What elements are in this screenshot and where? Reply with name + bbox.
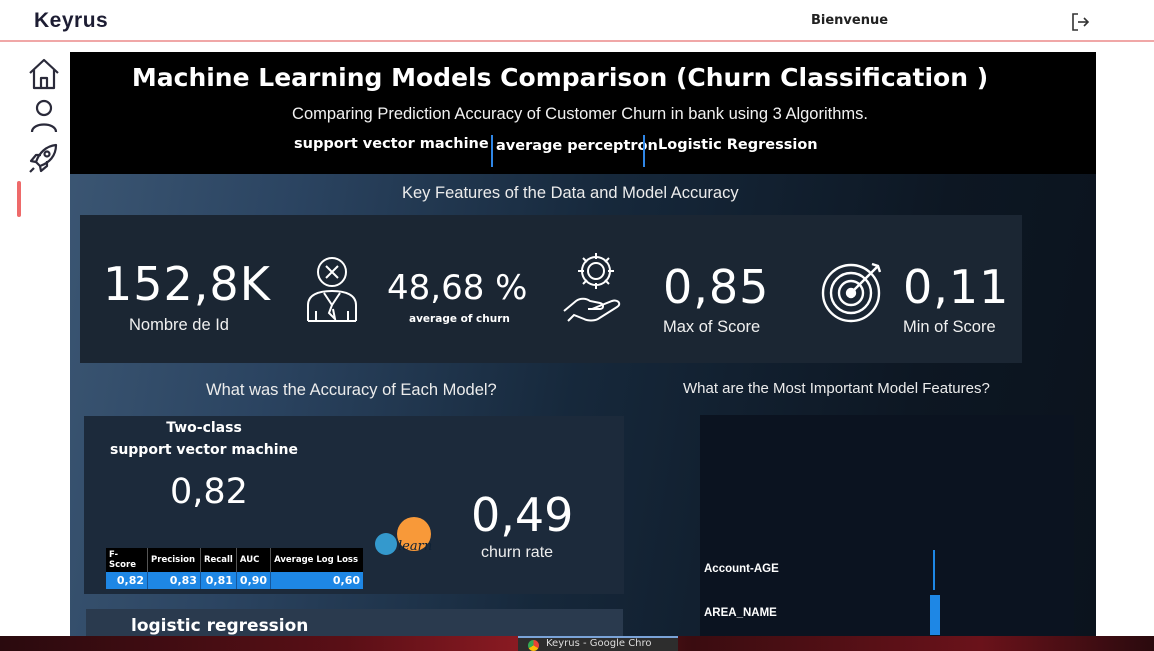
- report-canvas: Machine Learning Models Comparison (Chur…: [70, 52, 1096, 636]
- logout-icon[interactable]: [1070, 12, 1090, 32]
- keyrus-logo[interactable]: Keyrus: [34, 9, 108, 33]
- feature-bar-account-age[interactable]: [933, 550, 935, 590]
- feature-label-account-age: Account-AGE: [704, 563, 779, 575]
- lr-title: logistic regression: [131, 616, 309, 636]
- algorithm-svm: support vector machine: [294, 136, 489, 152]
- min-score-label: Min of Score: [903, 318, 996, 336]
- cell-precision: 0,83: [147, 572, 201, 589]
- cell-auc: 0,90: [236, 572, 272, 589]
- rocket-icon[interactable]: [26, 140, 62, 176]
- report-subtitle: Comparing Prediction Accuracy of Custome…: [292, 105, 868, 123]
- taskbar-chrome-button[interactable]: Keyrus - Google Chro: [518, 636, 678, 651]
- max-score-label: Max of Score: [663, 318, 761, 336]
- svm-accuracy-panel: Two-class support vector machine 0,82 F-…: [84, 416, 624, 594]
- target-icon: [820, 258, 886, 328]
- feature-label-area-name: AREA_NAME: [704, 607, 777, 619]
- features-heading: What are the Most Important Model Featur…: [683, 380, 990, 397]
- welcome-text: Bienvenue: [811, 13, 889, 28]
- report-title: Machine Learning Models Comparison (Chur…: [131, 63, 989, 92]
- header-f-score[interactable]: F-Score: [106, 548, 149, 572]
- table-row: 0,82 0,83 0,81 0,90 0,60: [106, 572, 363, 589]
- algorithm-separator: [491, 135, 493, 167]
- count-value: 152,8K: [103, 257, 271, 311]
- kpi-panel: 152,8K Nombre de Id 48,68 % average of c…: [80, 215, 1022, 363]
- max-score-value: 0,85: [663, 260, 770, 314]
- cell-f-score: 0,82: [106, 572, 149, 589]
- count-label: Nombre de Id: [129, 316, 229, 334]
- algorithm-perceptron: average perceptron: [496, 138, 658, 154]
- cell-recall: 0,81: [200, 572, 237, 589]
- feature-importance-panel: Account-AGE AREA_NAME: [700, 415, 1074, 636]
- logistic-regression-panel: logistic regression: [86, 609, 623, 636]
- key-features-heading: Key Features of the Data and Model Accur…: [402, 184, 739, 202]
- churn-avg-label: average of churn: [409, 313, 510, 325]
- header-recall[interactable]: Recall: [200, 548, 237, 572]
- left-sidebar: [0, 44, 70, 636]
- os-taskbar: Keyrus - Google Chro: [0, 636, 1154, 651]
- user-cancel-icon: [302, 253, 362, 327]
- home-icon[interactable]: [26, 56, 62, 92]
- taskbar-window-title: Keyrus - Google Chro: [546, 638, 652, 649]
- accuracy-heading: What was the Accuracy of Each Model?: [206, 381, 497, 399]
- min-score-value: 0,11: [903, 260, 1010, 314]
- churn-avg-value: 48,68 %: [387, 268, 528, 308]
- gear-hand-icon: [560, 249, 630, 333]
- active-nav-indicator: [17, 181, 21, 217]
- algorithm-separator: [643, 135, 645, 167]
- algorithm-logistic: Logistic Regression: [658, 137, 818, 153]
- svm-title-line2: support vector machine: [109, 442, 298, 458]
- churn-rate-value: 0,49: [471, 488, 574, 542]
- scikit-learn-logo: learn: [370, 516, 440, 560]
- header-log-loss[interactable]: Average Log Loss: [270, 548, 363, 572]
- churn-rate-label: churn rate: [481, 544, 554, 561]
- header-precision[interactable]: Precision: [147, 548, 201, 572]
- svm-accuracy-value: 0,82: [170, 472, 248, 512]
- algorithm-list: support vector machine average perceptro…: [70, 135, 1096, 167]
- feature-bar-area-name[interactable]: [930, 595, 940, 635]
- top-bar: Keyrus Bienvenue: [0, 0, 1154, 42]
- user-icon[interactable]: [26, 98, 62, 134]
- header-auc[interactable]: AUC: [236, 548, 272, 572]
- chrome-icon: [528, 640, 539, 651]
- report-header: Machine Learning Models Comparison (Chur…: [70, 52, 1096, 174]
- cell-log-loss: 0,60: [270, 572, 363, 589]
- svm-title-line1: Two-class: [166, 420, 242, 436]
- svm-metrics-table: F-Score Precision Recall AUC Average Log…: [106, 548, 363, 589]
- logo-learn-text: learn: [398, 539, 432, 554]
